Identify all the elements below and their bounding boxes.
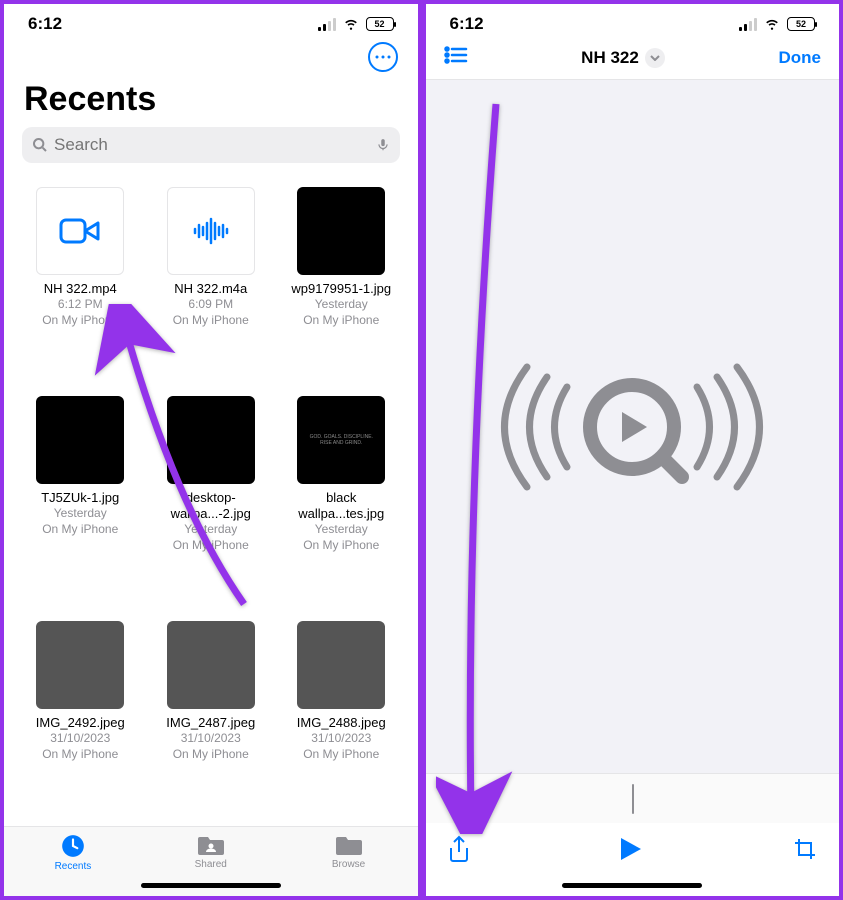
file-thumb-audio: [167, 187, 255, 275]
file-date: 31/10/2023: [181, 731, 241, 747]
share-icon: [448, 835, 470, 863]
viewer-toolbar: [426, 823, 840, 896]
signal-icon: [318, 18, 336, 31]
file-date: Yesterday: [184, 522, 237, 538]
file-item[interactable]: NH 322.m4a 6:09 PM On My iPhone: [153, 187, 270, 382]
video-icon: [59, 216, 101, 246]
file-item[interactable]: IMG_2492.jpeg 31/10/2023 On My iPhone: [22, 621, 139, 816]
file-location: On My iPhone: [173, 313, 249, 329]
status-bar: 6:12 52: [4, 4, 418, 38]
file-date: 6:09 PM: [188, 297, 233, 313]
file-location: On My iPhone: [42, 747, 118, 763]
file-location: On My iPhone: [303, 747, 379, 763]
file-item[interactable]: wp9179951-1.jpg Yesterday On My iPhone: [283, 187, 400, 382]
more-button[interactable]: [368, 42, 398, 72]
file-location: On My iPhone: [173, 747, 249, 763]
viewer-title[interactable]: NH 322: [581, 48, 665, 68]
clock-icon: [60, 833, 86, 859]
shared-folder-icon: [197, 833, 225, 857]
search-icon: [32, 137, 48, 153]
file-thumb-video: [36, 187, 124, 275]
file-thumb: GOD. GOALS. DISCIPLINE. RISE AND GRIND.: [297, 396, 385, 484]
tab-label: Browse: [332, 859, 365, 870]
airplay-icon: [472, 347, 792, 507]
tab-bar: Recents Shared Browse: [4, 826, 418, 896]
wifi-icon: [763, 17, 781, 31]
status-time: 6:12: [28, 14, 62, 34]
list-button[interactable]: [444, 46, 468, 69]
file-date: Yesterday: [54, 506, 107, 522]
file-item[interactable]: IMG_2487.jpeg 31/10/2023 On My iPhone: [153, 621, 270, 816]
battery-icon: 52: [787, 17, 815, 31]
battery-icon: 52: [366, 17, 394, 31]
file-date: 31/10/2023: [50, 731, 110, 747]
tab-recents[interactable]: Recents: [4, 833, 142, 872]
folder-icon: [335, 833, 363, 857]
status-bar: 6:12 52: [426, 4, 840, 38]
file-name: NH 322.m4a: [174, 281, 247, 297]
done-button[interactable]: Done: [778, 48, 821, 68]
file-item[interactable]: TJ5ZUk-1.jpg Yesterday On My iPhone: [22, 396, 139, 607]
file-location: On My iPhone: [42, 522, 118, 538]
crop-button[interactable]: [793, 837, 817, 866]
tab-label: Shared: [195, 859, 227, 870]
file-name: IMG_2492.jpeg: [36, 715, 125, 731]
file-date: Yesterday: [315, 297, 368, 313]
home-indicator[interactable]: [562, 883, 702, 888]
file-thumb: [167, 396, 255, 484]
status-right: 52: [318, 17, 394, 31]
page-title: Recents: [4, 76, 418, 127]
file-name: TJ5ZUk-1.jpg: [41, 490, 119, 506]
file-item[interactable]: desktop-wallpa...-2.jpg Yesterday On My …: [153, 396, 270, 607]
crop-icon: [793, 837, 817, 861]
file-date: 6:12 PM: [58, 297, 103, 313]
mic-icon[interactable]: [376, 136, 390, 154]
tab-browse[interactable]: Browse: [280, 833, 418, 872]
file-name: wp9179951-1.jpg: [291, 281, 391, 297]
list-icon: [444, 46, 468, 64]
file-item[interactable]: GOD. GOALS. DISCIPLINE. RISE AND GRIND. …: [283, 396, 400, 607]
file-item[interactable]: NH 322.mp4 6:12 PM On My iPhone: [22, 187, 139, 382]
viewer-header: NH 322 Done: [426, 38, 840, 80]
file-name: black wallpa...tes.jpg: [283, 490, 400, 523]
scrubber-playhead: [632, 784, 634, 814]
play-icon: [619, 836, 643, 862]
file-location: On My iPhone: [303, 313, 379, 329]
files-grid: NH 322.mp4 6:12 PM On My iPhone NH 322.m…: [4, 177, 418, 826]
search-input[interactable]: [54, 135, 370, 155]
file-thumb: [297, 187, 385, 275]
file-thumb: [167, 621, 255, 709]
search-box[interactable]: [22, 127, 400, 163]
wifi-icon: [342, 17, 360, 31]
file-date: Yesterday: [315, 522, 368, 538]
signal-icon: [739, 18, 757, 31]
phone-right: 6:12 52 NH 322 Done: [422, 0, 843, 900]
file-name: IMG_2488.jpeg: [297, 715, 386, 731]
file-thumb: [36, 621, 124, 709]
viewer-body: [426, 80, 840, 773]
file-name: desktop-wallpa...-2.jpg: [153, 490, 270, 523]
share-button[interactable]: [448, 835, 470, 868]
file-location: On My iPhone: [173, 538, 249, 554]
tab-label: Recents: [55, 861, 92, 872]
file-name: IMG_2487.jpeg: [166, 715, 255, 731]
play-button[interactable]: [619, 836, 643, 867]
status-time: 6:12: [450, 14, 484, 34]
audio-icon: [191, 217, 231, 245]
tab-shared[interactable]: Shared: [142, 833, 280, 872]
file-thumb: [36, 396, 124, 484]
scrubber[interactable]: [426, 773, 840, 823]
file-thumb: [297, 621, 385, 709]
phone-left: 6:12 52 Recents NH 322.mp4 6:12 PM On My…: [0, 0, 422, 900]
file-name: NH 322.mp4: [44, 281, 117, 297]
chevron-down-icon: [645, 48, 665, 68]
file-location: On My iPhone: [42, 313, 118, 329]
file-item[interactable]: IMG_2488.jpeg 31/10/2023 On My iPhone: [283, 621, 400, 816]
file-location: On My iPhone: [303, 538, 379, 554]
home-indicator[interactable]: [141, 883, 281, 888]
status-right: 52: [739, 17, 815, 31]
file-date: 31/10/2023: [311, 731, 371, 747]
